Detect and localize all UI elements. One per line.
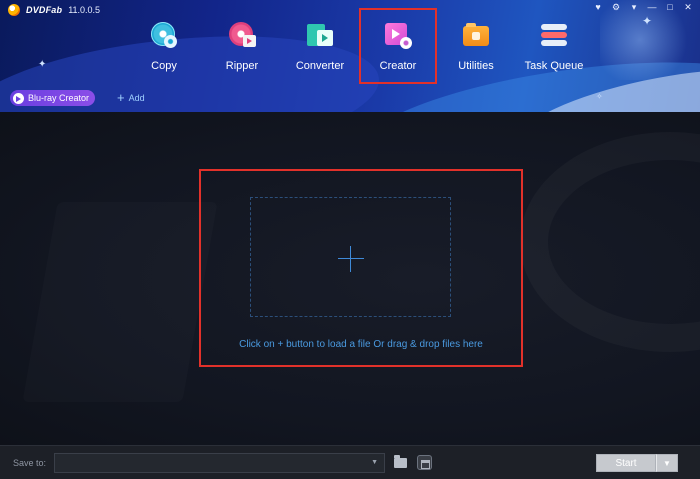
app-version: 11.0.0.5	[68, 5, 101, 15]
menu-dropdown-icon[interactable]: ▾	[628, 2, 640, 13]
drop-zone[interactable]	[250, 197, 451, 317]
nav-item-task-queue[interactable]: Task Queue	[515, 8, 593, 84]
browse-folder-button[interactable]	[391, 454, 409, 472]
dvdfab-window: ✦ ✦ ✧ DVDFab 11.0.0.5 ♥ ⚙ ▾ — □ ✕ Copy R…	[0, 0, 700, 479]
nav-item-utilities[interactable]: Utilities	[437, 8, 515, 84]
maximize-icon[interactable]: □	[664, 2, 676, 13]
app-branding: DVDFab 11.0.0.5	[8, 4, 100, 16]
nav-item-copy[interactable]: Copy	[125, 8, 203, 84]
star-icon: ✦	[642, 14, 653, 28]
drop-hint-text: Click on + button to load a file Or drag…	[239, 339, 483, 350]
favorite-icon[interactable]: ♥	[592, 2, 604, 13]
nav-item-label: Converter	[295, 60, 345, 72]
save-as-iso-button[interactable]	[415, 454, 433, 472]
sub-toolbar: Blu-ray Creator + Add	[0, 87, 700, 109]
folder-icon	[393, 454, 407, 468]
ripper-disc-icon	[227, 20, 257, 50]
plus-icon: +	[117, 90, 125, 105]
add-label: Add	[128, 93, 145, 103]
mode-label: Blu-ray Creator	[28, 93, 90, 103]
main-workspace: Click on + button to load a file Or drag…	[0, 112, 700, 445]
nav-item-label: Task Queue	[524, 60, 584, 72]
utilities-toolbox-icon	[461, 20, 491, 50]
nav-item-label: Copy	[151, 60, 177, 72]
mode-selector-button[interactable]: Blu-ray Creator	[10, 90, 96, 106]
nav-item-label: Creator	[379, 60, 417, 72]
background-decoration	[520, 132, 700, 352]
window-controls: ♥ ⚙ ▾ — □ ✕	[592, 2, 694, 13]
star-icon: ✦	[38, 59, 47, 70]
switch-mode-icon	[13, 92, 24, 104]
app-logo-text: DVDFab	[26, 5, 63, 15]
save-to-label: Save to:	[13, 457, 47, 468]
close-icon[interactable]: ✕	[682, 2, 694, 13]
creator-clapper-icon	[383, 20, 413, 50]
task-queue-icon	[539, 20, 569, 50]
start-options-dropdown[interactable]: ▼	[656, 454, 678, 472]
minimize-icon[interactable]: —	[646, 2, 658, 13]
add-file-plus-icon[interactable]	[338, 246, 364, 272]
converter-clapper-icon	[305, 20, 335, 50]
iso-icon	[416, 455, 432, 470]
nav-item-ripper[interactable]: Ripper	[203, 8, 281, 84]
settings-icon[interactable]: ⚙	[610, 2, 622, 13]
footer-bar: Save to: ▼ Start ▼	[0, 445, 700, 479]
background-decoration	[22, 202, 217, 402]
nav-item-label: Ripper	[225, 60, 259, 72]
chevron-down-icon: ▼	[663, 458, 671, 468]
header-banner: ✦ ✦ ✧ DVDFab 11.0.0.5 ♥ ⚙ ▾ — □ ✕ Copy R…	[0, 0, 700, 112]
add-button[interactable]: + Add	[117, 90, 145, 105]
save-path-dropdown[interactable]: ▼	[54, 452, 386, 473]
dvdfab-logo-icon	[8, 4, 20, 16]
module-nav: Copy Ripper Converter Creator Utilities …	[125, 8, 593, 84]
start-button-group: Start ▼	[596, 454, 678, 472]
nav-item-creator[interactable]: Creator	[359, 8, 437, 84]
start-button[interactable]: Start	[596, 454, 656, 472]
nav-item-label: Utilities	[458, 60, 494, 72]
copy-disc-icon	[149, 20, 179, 50]
chevron-down-icon[interactable]: ▼	[371, 459, 378, 466]
nav-item-converter[interactable]: Converter	[281, 8, 359, 84]
